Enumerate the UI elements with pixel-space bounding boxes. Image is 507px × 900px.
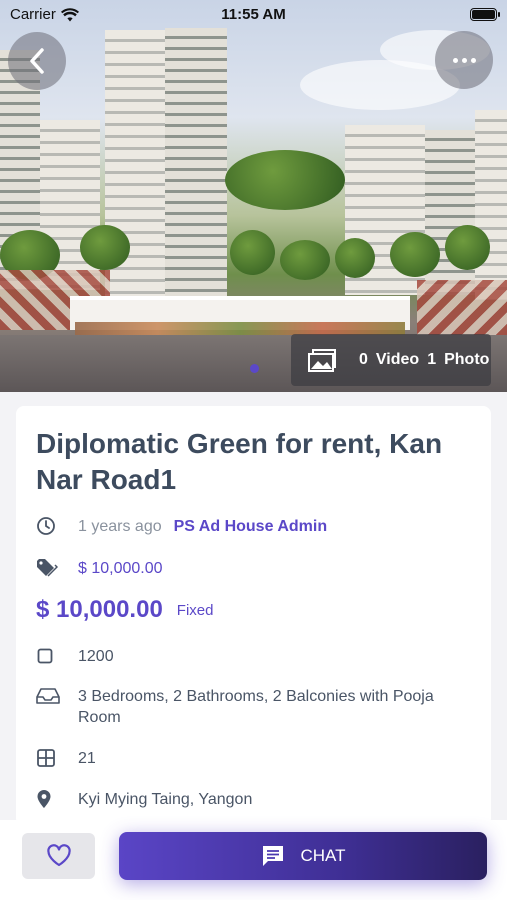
price-row: $ 10,000.00 [36,558,163,579]
video-count: 0 [359,351,368,368]
price-tag-icon [36,558,78,578]
status-time: 11:55 AM [221,6,286,23]
price-type: Fixed [176,601,214,619]
gallery-icon [308,349,336,372]
price-small: $ 10,000.00 [78,560,163,577]
heart-icon [46,844,71,867]
chat-button[interactable]: CHAT [119,832,487,880]
favorite-button[interactable] [22,833,95,879]
photo-label: Photo [444,351,490,368]
grid-icon [36,748,78,768]
media-count-badge[interactable]: 0 Video 1 Photo [291,334,491,386]
location-row: Kyi Mying Taing, Yangon [36,789,252,810]
posted-time: 1 years ago [78,518,162,535]
area-value: 1200 [78,648,114,665]
more-horizontal-icon [452,57,458,63]
price-main-row: $ 10,000.00 Fixed [36,596,213,624]
rooms-value: 3 Bedrooms, 2 Bathrooms, 2 Balconies wit… [78,688,434,726]
battery-icon [470,8,500,21]
location-value: Kyi Mying Taing, Yangon [78,791,253,808]
photo-count: 1 [427,351,437,368]
listing-title: Diplomatic Green for rent, Kan Nar Road1 [36,428,443,495]
floor-row: 21 [36,748,96,769]
posted-row: 1 years ago PS Ad House Admin [36,516,327,537]
page-indicator-dot [250,364,259,373]
more-options-button[interactable] [435,31,493,89]
floor-value: 21 [78,750,96,767]
status-bar: Carrier 11:55 AM [0,0,507,30]
rooms-row: 3 Bedrooms, 2 Bathrooms, 2 Balconies wit… [36,686,456,728]
clock-icon [36,516,78,536]
chat-label: CHAT [300,846,346,865]
location-pin-icon [36,789,78,809]
chat-bubble-icon [263,846,284,866]
inbox-icon [36,686,78,706]
area-row: 1200 [36,646,114,667]
price-main: $ 10,000.00 [36,596,163,623]
posted-by-link[interactable]: PS Ad House Admin [174,516,328,537]
chevron-left-icon [30,48,44,74]
square-icon [36,646,78,666]
video-label: Video [375,351,420,368]
listing-card: Diplomatic Green for rent, Kan Nar Road1… [16,406,491,826]
back-button[interactable] [8,32,66,90]
